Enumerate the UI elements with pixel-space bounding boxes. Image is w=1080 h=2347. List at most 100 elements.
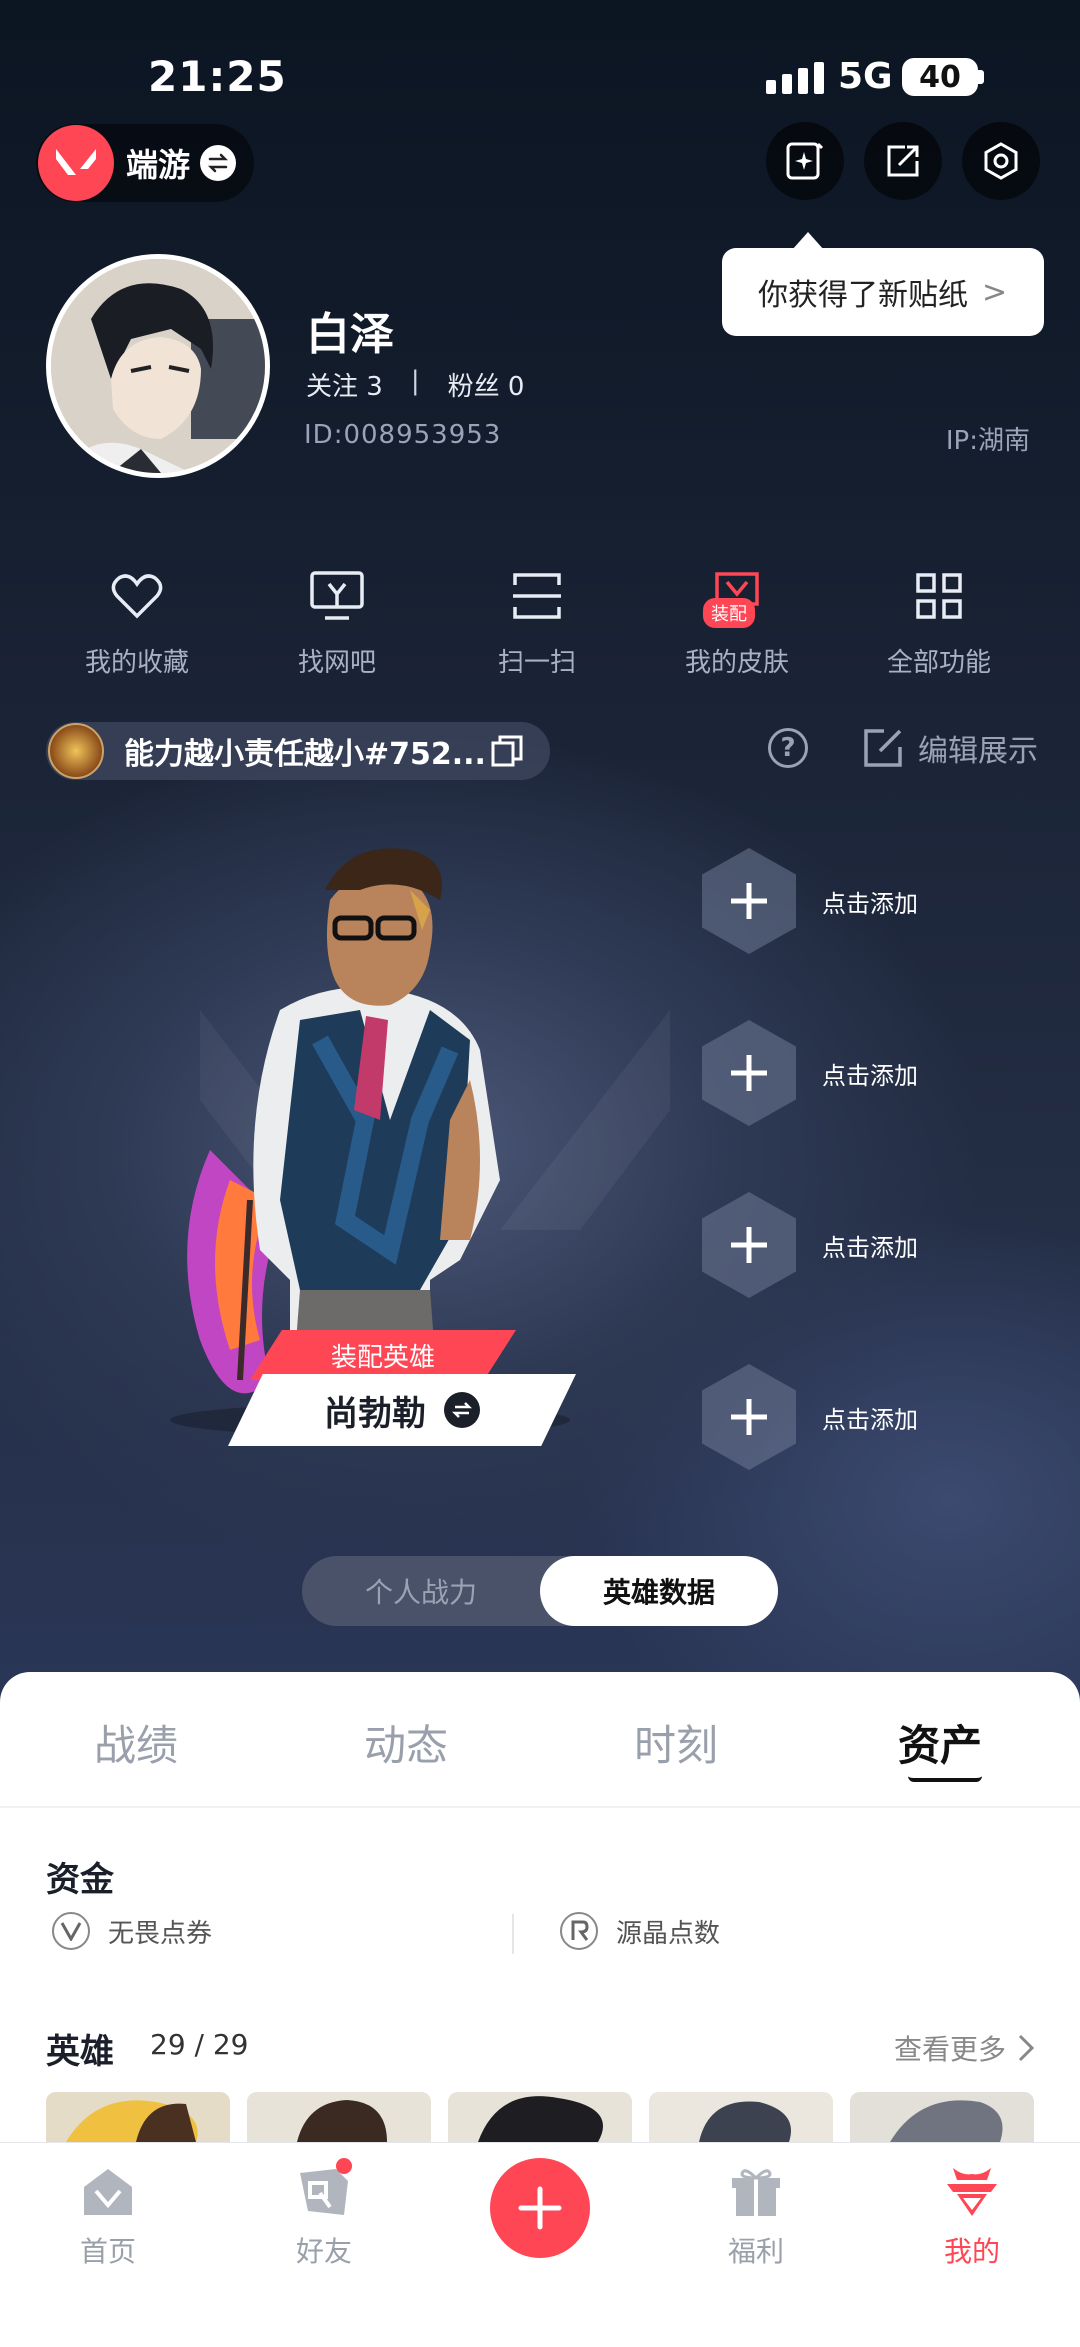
scan-icon (509, 568, 565, 624)
quick-action-label: 我的皮肤 (684, 648, 789, 678)
plus-icon (702, 1020, 796, 1126)
heroes-count: 29 / 29 (150, 2028, 249, 2061)
tab-records[interactable]: 战绩 (94, 1712, 178, 1773)
fund-label: 源晶点数 (616, 1918, 721, 1949)
copy-icon[interactable] (490, 734, 524, 768)
hero-thumbnail[interactable] (649, 2092, 833, 2142)
divider (0, 1806, 1080, 1808)
quick-action-label: 扫一扫 (497, 648, 576, 678)
equipped-agent-name: 尚勃勒 (324, 1393, 426, 1434)
segment-agent-data[interactable]: 英雄数据 (540, 1556, 778, 1626)
ip-location: IP:湖南 (945, 426, 1030, 456)
signal-icon (766, 62, 824, 94)
plus-icon (702, 848, 796, 954)
quick-action-label: 我的收藏 (84, 648, 189, 678)
nav-label: 好友 (295, 2235, 352, 2268)
edit-display-label: 编辑展示 (918, 734, 1038, 769)
nav-label: 福利 (727, 2235, 784, 2268)
avatar[interactable] (46, 254, 270, 478)
quick-action-label: 全部功能 (886, 648, 991, 678)
grid-icon (911, 568, 967, 624)
riot-id-tag[interactable]: 能力越小责任越小#752... (46, 722, 550, 780)
radianite-points-icon (560, 1912, 598, 1950)
settings-button[interactable] (962, 122, 1040, 200)
add-slot[interactable]: 点击添加 (702, 848, 1002, 954)
quick-action-internet-cafe[interactable]: 找网吧 (252, 568, 422, 679)
equipped-agent-name-plate: 尚勃勒 (228, 1374, 576, 1446)
profile-icon (942, 2162, 1002, 2222)
create-post-button[interactable] (490, 2158, 590, 2258)
fund-label: 无畏点券 (108, 1918, 213, 1949)
username: 白泽 (306, 309, 394, 360)
quick-action-all-features[interactable]: 全部功能 (854, 568, 1024, 679)
add-slot[interactable]: 点击添加 (702, 1020, 1002, 1126)
sticker-icon (786, 142, 824, 180)
equipped-agent-tag: 装配英雄 (250, 1330, 516, 1380)
nav-home[interactable]: 首页 (28, 2162, 188, 2270)
add-slot-label: 点击添加 (822, 1233, 918, 1262)
add-slot-label: 点击添加 (822, 1405, 918, 1434)
divider (512, 1914, 514, 1954)
friends-icon (294, 2158, 354, 2222)
swap-agent-icon[interactable] (444, 1392, 480, 1428)
network-type: 5G (838, 56, 893, 97)
equipped-agent-card[interactable]: 装配英雄 尚勃勒 (228, 1330, 578, 1450)
nav-profile[interactable]: 我的 (892, 2162, 1052, 2270)
gift-icon (726, 2162, 786, 2222)
monitor-icon (309, 568, 365, 624)
swap-icon (200, 145, 237, 181)
add-slot[interactable]: 点击添加 (702, 1364, 1002, 1470)
add-slot[interactable]: 点击添加 (702, 1192, 1002, 1298)
tab-assets[interactable]: 资产 (898, 1712, 982, 1773)
home-icon (78, 2162, 138, 2222)
new-sticker-tooltip[interactable]: 你获得了新贴纸 > (722, 248, 1044, 336)
tab-moments[interactable]: 时刻 (634, 1712, 718, 1773)
hero-thumbnail[interactable] (46, 2092, 230, 2142)
content-sheet: 战绩 动态 时刻 资产 资金 无畏点券 源晶点数 英雄 29 / 29 查看更多 (0, 1672, 1080, 2142)
settings-icon (984, 142, 1018, 180)
plus-icon (518, 2186, 562, 2230)
segment-personal-power[interactable]: 个人战力 (302, 1556, 540, 1626)
add-slot-label: 点击添加 (822, 889, 918, 918)
nav-friends[interactable]: 好友 (244, 2158, 404, 2270)
follow-stats: 关注 3 | 粉丝 0 (306, 366, 524, 403)
quick-action-skins[interactable]: 装配 我的皮肤 (652, 568, 822, 679)
nav-label: 我的 (943, 2235, 1000, 2268)
hero-thumbnail[interactable] (448, 2092, 632, 2142)
fund-radianite-points[interactable]: 源晶点数 (560, 1912, 720, 1950)
heart-icon (109, 568, 165, 624)
tab-feed[interactable]: 动态 (364, 1712, 448, 1773)
quick-action-favorites[interactable]: 我的收藏 (52, 568, 222, 679)
user-id: ID:008953953 (304, 420, 502, 450)
following-count[interactable]: 关注 3 (306, 366, 383, 403)
share-button[interactable] (864, 122, 942, 200)
edit-display-button[interactable]: 编辑展示 (862, 726, 1038, 770)
quick-action-scan[interactable]: 扫一扫 (452, 568, 622, 679)
valorant-logo-icon (38, 125, 114, 201)
app-switch-button[interactable]: 端游 (36, 124, 254, 202)
status-time: 21:25 (148, 52, 287, 101)
funds-title: 资金 (46, 1860, 114, 1900)
tooltip-text: 你获得了新贴纸 (758, 278, 968, 313)
see-more-link[interactable]: 查看更多 (894, 2028, 1034, 2068)
followers-count[interactable]: 粉丝 0 (448, 366, 525, 403)
stats-segment-control: 个人战力 英雄数据 (302, 1556, 778, 1626)
fund-valorant-points[interactable]: 无畏点券 (52, 1912, 212, 1950)
rank-emblem-icon (48, 723, 104, 779)
app-switch-label: 端游 (126, 146, 191, 184)
riot-id-name: 能力越小责任越小#752... (124, 737, 486, 772)
hero-thumbnail[interactable] (850, 2092, 1034, 2142)
hero-thumbnail[interactable] (247, 2092, 431, 2142)
plus-icon (702, 1364, 796, 1470)
chevron-right-icon (1018, 2034, 1034, 2062)
nav-label: 首页 (79, 2235, 136, 2268)
share-icon (887, 145, 919, 177)
nav-welfare[interactable]: 福利 (676, 2162, 836, 2270)
stats-separator: | (410, 366, 420, 396)
sticker-button[interactable] (766, 122, 844, 200)
skin-icon: 装配 (703, 568, 765, 628)
battery-indicator: 40 (902, 58, 978, 96)
valorant-points-icon (52, 1912, 90, 1950)
quick-action-label: 找网吧 (297, 648, 376, 678)
help-icon[interactable]: ? (768, 728, 808, 768)
